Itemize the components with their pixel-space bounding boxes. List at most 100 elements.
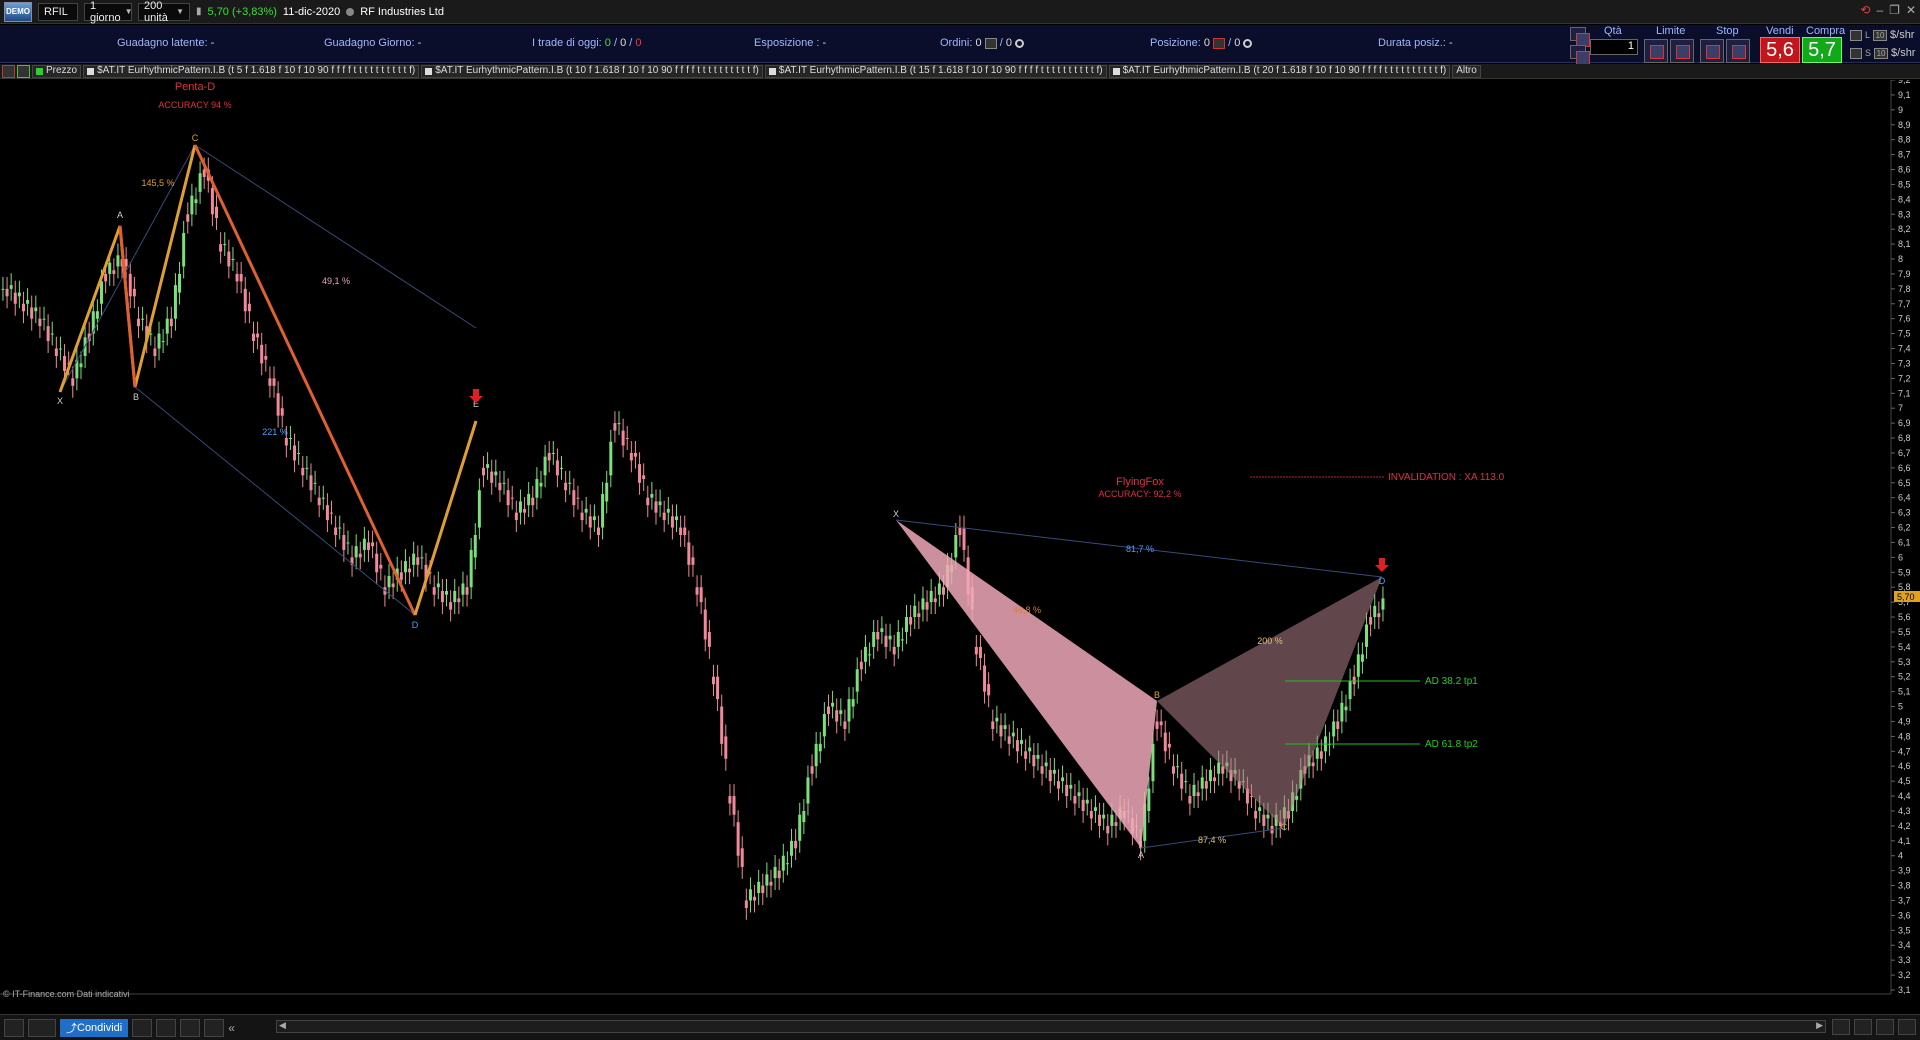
candle-body bbox=[720, 706, 724, 744]
candle-body bbox=[239, 273, 243, 282]
window-icon[interactable] bbox=[132, 1018, 153, 1037]
stop-buy-button[interactable] bbox=[1700, 39, 1724, 63]
candle-body bbox=[679, 527, 683, 535]
candle-body bbox=[617, 423, 621, 425]
clock-icon[interactable] bbox=[204, 1018, 225, 1037]
candle-body bbox=[268, 378, 272, 386]
draw-tool-icon[interactable] bbox=[4, 1018, 24, 1037]
tab-indicator-4[interactable]: $AT.IT EurhythmicPattern.I.B (t 20 f 1.6… bbox=[1108, 64, 1451, 78]
tab-indicator-2[interactable]: $AT.IT EurhythmicPattern.I.B (t 10 f 1.6… bbox=[421, 64, 763, 78]
zoom-fit-icon[interactable] bbox=[1832, 1019, 1850, 1035]
scroll-left-double-icon[interactable]: « bbox=[228, 1021, 235, 1035]
symbol-selector[interactable]: RFIL bbox=[38, 2, 78, 21]
limit-sell-button[interactable] bbox=[1670, 39, 1694, 63]
pin-icon[interactable]: ⟲ bbox=[1860, 3, 1870, 17]
chart-type-icon[interactable] bbox=[28, 1018, 56, 1037]
title-bar: DEMO RFIL 1 giorno ▼ 200 unità ▼ ▮ 5,70 (+… bbox=[0, 0, 1920, 24]
candle-body bbox=[790, 840, 794, 856]
position-box-icon bbox=[1213, 37, 1226, 49]
pencil-icon[interactable] bbox=[1570, 27, 1590, 47]
y-tick-label: 6,1 bbox=[1898, 537, 1911, 547]
candle-body bbox=[1, 288, 5, 290]
gear-icon[interactable] bbox=[1015, 38, 1025, 48]
candle-body bbox=[95, 311, 99, 319]
candle-body bbox=[379, 564, 383, 569]
quote-date: 11-dic-2020 bbox=[282, 5, 341, 18]
tab-indicator-3[interactable]: $AT.IT EurhythmicPattern.I.B (t 15 f 1.6… bbox=[764, 64, 1107, 78]
tab-more[interactable]: Altro bbox=[1452, 64, 1481, 78]
buy-button[interactable]: 5,7 bbox=[1802, 37, 1842, 63]
scroll-left-icon[interactable]: ◀ bbox=[279, 1020, 286, 1031]
close-icon[interactable]: ✕ bbox=[1906, 3, 1916, 17]
point-label: X bbox=[893, 509, 899, 519]
short-toggle[interactable]: S 10 $/shr bbox=[1850, 47, 1915, 59]
candle-body bbox=[490, 471, 494, 483]
scroll-right-icon[interactable]: ▶ bbox=[1816, 1020, 1823, 1031]
candle-body bbox=[646, 497, 650, 506]
timeframe-dropdown[interactable]: 1 giorno ▼ bbox=[84, 0, 133, 24]
candle-body bbox=[104, 273, 108, 282]
orders[interactable]: Ordini: 0 / 0 bbox=[940, 37, 1025, 49]
candle-body bbox=[1196, 792, 1200, 797]
zoom-in-icon[interactable] bbox=[1876, 1019, 1894, 1035]
candle-body bbox=[1015, 740, 1019, 752]
last-price-label: 5,70 bbox=[1897, 592, 1915, 602]
candle-body bbox=[1176, 766, 1180, 768]
candle-body bbox=[473, 535, 477, 558]
tab-indicator-1[interactable]: $AT.IT EurhythmicPattern.I.B (t 5 f 1.61… bbox=[83, 64, 420, 78]
y-tick-label: 3,7 bbox=[1898, 895, 1911, 905]
position[interactable]: Posizione: 0 / 0 bbox=[1150, 37, 1253, 49]
qty-input[interactable]: 1 bbox=[1590, 39, 1638, 55]
restore-icon[interactable]: ❐ bbox=[1889, 3, 1900, 17]
minimize-icon[interactable]: – bbox=[1876, 3, 1883, 17]
units-dropdown[interactable]: 200 unità ▼ bbox=[138, 0, 190, 24]
sell-label: Vendi bbox=[1766, 25, 1794, 37]
candle-body bbox=[1381, 598, 1385, 610]
long-toggle[interactable]: L 10 $/shr bbox=[1850, 29, 1914, 41]
y-tick-label: 7,7 bbox=[1898, 299, 1911, 309]
price-chart[interactable]: 9,2 9,1 9 8,9 8,8 8,7 8,6 8,5 8,4 8,3 8,2 8,1 8 7,9 7,… bbox=[0, 75, 1920, 1015]
share-button[interactable]: ⤴ Condividi bbox=[60, 1018, 129, 1037]
candle-body bbox=[63, 355, 67, 371]
pattern-name: Penta-D bbox=[175, 81, 215, 93]
candle-body bbox=[486, 464, 490, 468]
unit-label: $/shr bbox=[1891, 47, 1916, 59]
screenshot-icon[interactable] bbox=[180, 1018, 201, 1037]
point-label: C bbox=[1281, 822, 1288, 832]
ratio-label: 46,8 % bbox=[1013, 605, 1041, 615]
candle-body bbox=[280, 408, 284, 416]
stop-sell-button[interactable] bbox=[1726, 39, 1750, 63]
candle-body bbox=[313, 482, 317, 484]
gear-icon[interactable] bbox=[1243, 38, 1253, 48]
candle-body bbox=[605, 482, 609, 502]
candle-body bbox=[371, 542, 375, 547]
zoom-out-icon[interactable] bbox=[1854, 1019, 1872, 1035]
candle-body bbox=[1073, 796, 1077, 804]
candle-body bbox=[983, 665, 987, 692]
chart-svg[interactable]: 9,2 9,1 9 8,9 8,8 8,7 8,6 8,5 8,4 8,3 8,2 8,1 8 7,9 7,… bbox=[0, 75, 1920, 1015]
chart-scrollbar[interactable]: ◀ ▶ bbox=[276, 1020, 1826, 1033]
add-indicator-icon[interactable] bbox=[17, 64, 30, 78]
settings-icon[interactable] bbox=[1570, 45, 1590, 65]
candle-body bbox=[403, 561, 407, 573]
bars-icon[interactable] bbox=[1898, 1019, 1916, 1035]
limit-buy-button[interactable] bbox=[1644, 39, 1668, 63]
orders-count: 0 bbox=[975, 37, 982, 49]
candle-body bbox=[757, 881, 761, 894]
exposure-label: Esposizione : bbox=[754, 37, 820, 49]
candle-body bbox=[1217, 762, 1221, 774]
tab-price[interactable]: Prezzo bbox=[32, 64, 82, 78]
y-tick-label: 7,3 bbox=[1898, 358, 1911, 368]
candle-body bbox=[937, 583, 941, 595]
candle-body bbox=[991, 721, 995, 729]
y-tick-label: 8,6 bbox=[1898, 165, 1911, 175]
sell-button[interactable]: 5,6 bbox=[1760, 37, 1800, 63]
candle-body bbox=[691, 557, 695, 565]
long-label: L bbox=[1865, 30, 1871, 40]
candle-body bbox=[161, 341, 165, 343]
y-tick-label: 3,5 bbox=[1898, 925, 1911, 935]
candle-body bbox=[1052, 769, 1056, 774]
delete-indicator-icon[interactable] bbox=[2, 64, 15, 78]
layout-icon[interactable] bbox=[156, 1018, 177, 1037]
tab-label: Altro bbox=[1456, 65, 1477, 76]
